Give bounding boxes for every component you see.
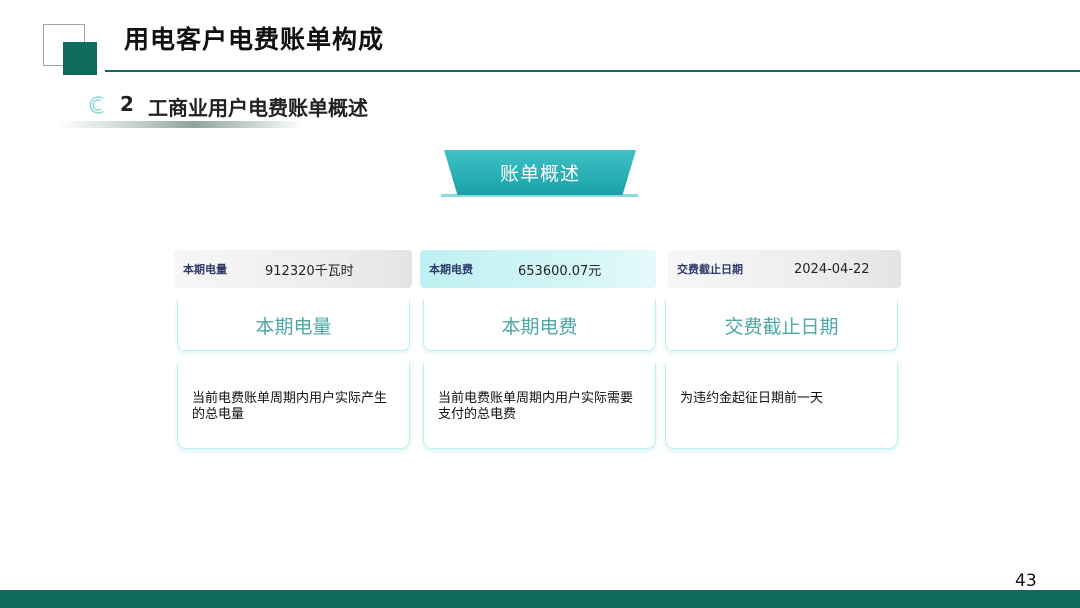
strip-value: 912320千瓦时 <box>265 263 354 279</box>
card-title-fee: 本期电费 <box>423 300 656 351</box>
logo-filled-square <box>63 42 97 75</box>
card-desc-fee: 当前电费账单周期内用户实际需要支付的总电费 <box>423 363 656 449</box>
strip-label: 本期电量 <box>183 263 227 276</box>
overview-banner-label: 账单概述 <box>499 163 580 185</box>
section-number: 2 <box>120 92 134 116</box>
strip-current-fee: 本期电费 653600.07元 <box>420 250 656 288</box>
strip-value: 2024-04-22 <box>794 261 870 277</box>
card-desc-due-date: 为违约金起征日期前一天 <box>665 363 898 449</box>
page-number: 43 <box>1015 571 1037 591</box>
strip-due-date: 交费截止日期 2024-04-22 <box>668 250 901 288</box>
strip-label: 交费截止日期 <box>677 263 743 276</box>
card-desc-usage: 当前电费账单周期内用户实际产生的总电量 <box>177 363 410 449</box>
footer-bar <box>0 590 1080 608</box>
section-title: 工商业用户电费账单概述 <box>148 96 368 120</box>
page-title: 用电客户电费账单构成 <box>124 25 385 54</box>
card-title-usage: 本期电量 <box>177 300 410 351</box>
section-circle-icon <box>89 96 104 114</box>
overview-banner: 账单概述 <box>444 150 636 195</box>
strip-label: 本期电费 <box>429 263 473 276</box>
strip-current-usage: 本期电量 912320千瓦时 <box>174 250 412 288</box>
strip-value: 653600.07元 <box>518 263 602 279</box>
card-title-due-date: 交费截止日期 <box>665 300 898 351</box>
title-divider <box>105 70 1080 72</box>
section-underline <box>58 121 303 128</box>
